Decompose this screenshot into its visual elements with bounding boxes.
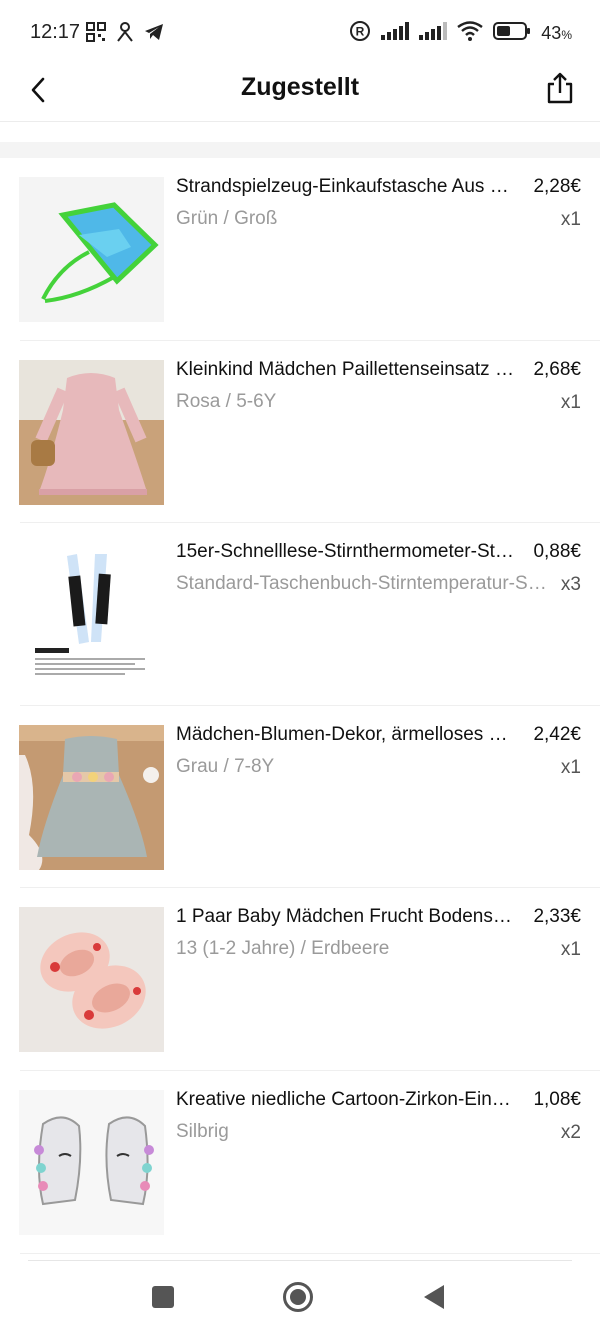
list-item[interactable]: Kleinkind Mädchen Paillettenseinsatz Kle…: [0, 341, 600, 524]
beach-bag-image: [19, 177, 164, 322]
section-separator: [0, 142, 600, 158]
divider: [20, 1252, 600, 1254]
nav-divider: [28, 1260, 572, 1261]
item-name: Mädchen-Blumen-Dekor, ärmelloses Kleid: [176, 723, 520, 745]
item-variant: Standard-Taschenbuch-Stirntemperatur-Str…: [176, 573, 550, 595]
system-nav-bar: [0, 1262, 600, 1332]
square-icon: [152, 1285, 174, 1313]
item-price: 2,33€: [533, 906, 581, 928]
item-name: Kleinkind Mädchen Paillettenseinsatz Kle…: [176, 358, 520, 380]
item-quantity: x1: [560, 391, 581, 413]
list-item[interactable]: Mädchen-Blumen-Dekor, ärmelloses Kleid 2…: [0, 706, 600, 889]
status-right-icons: R 43%: [349, 20, 572, 47]
list-item[interactable]: 15er-Schnelllese-Stirnthermometer-Streif…: [0, 523, 600, 706]
signal-icon: [419, 22, 448, 45]
item-price: 1,08€: [533, 1088, 581, 1110]
home-button[interactable]: [278, 1279, 318, 1319]
item-variant: Grün / Groß: [176, 208, 278, 229]
person-icon: [116, 22, 134, 47]
baby-shoes-image: [19, 907, 164, 1053]
list-item[interactable]: 1 Paar Baby Mädchen Frucht Bodenschuhe 2…: [0, 888, 600, 1071]
item-variant: Rosa / 5-6Y: [176, 390, 277, 412]
item-price: 2,42€: [533, 723, 581, 745]
gray-dress-image: [19, 724, 164, 870]
share-icon: [545, 72, 575, 109]
telegram-icon: [144, 23, 164, 46]
list-item[interactable]: Kreative niedliche Cartoon-Zirkon-Einhor…: [0, 1071, 600, 1254]
item-variant: 13 (1-2 Jahre) / Erdbeere: [176, 938, 390, 960]
circle-icon: [282, 1281, 314, 1318]
list-item[interactable]: Strandspielzeug-Einkaufstasche Aus Mesh …: [0, 158, 600, 341]
status-time: 12:17: [30, 21, 81, 43]
unicorn-earrings-image: [19, 1089, 164, 1235]
status-bar: 12:17 R 43%: [0, 0, 600, 62]
battery-percent: 43: [541, 23, 562, 43]
share-button[interactable]: [538, 68, 582, 112]
item-name: 1 Paar Baby Mädchen Frucht Bodenschuhe: [176, 906, 520, 928]
item-name: Strandspielzeug-Einkaufstasche Aus Mesh: [176, 176, 520, 197]
signal-icon: [381, 22, 410, 45]
page-title: Zugestellt: [240, 73, 360, 101]
qr-code-icon: [86, 22, 106, 47]
item-name: 15er-Schnelllese-Stirnthermometer-Streif…: [176, 541, 520, 563]
item-quantity: x3: [560, 574, 581, 596]
recents-button[interactable]: [143, 1279, 183, 1319]
wifi-icon: [457, 21, 484, 46]
order-item-list: Strandspielzeug-Einkaufstasche Aus Mesh …: [0, 158, 600, 1254]
battery-icon: [493, 21, 531, 46]
header: Zugestellt: [0, 62, 600, 122]
pink-dress-image: [19, 359, 164, 505]
item-price: 0,88€: [533, 541, 581, 563]
battery-unit: %: [561, 28, 572, 42]
item-quantity: x1: [560, 209, 581, 230]
item-quantity: x2: [560, 1121, 581, 1143]
item-quantity: x1: [560, 939, 581, 961]
nav-back-button[interactable]: [414, 1279, 454, 1319]
item-price: 2,28€: [533, 176, 581, 197]
battery-level: 43%: [541, 23, 572, 44]
triangle-back-icon: [423, 1284, 445, 1315]
item-price: 2,68€: [533, 358, 581, 380]
status-left-icons: [86, 22, 164, 47]
item-variant: Grau / 7-8Y: [176, 755, 275, 777]
item-name: Kreative niedliche Cartoon-Zirkon-Einhor…: [176, 1088, 520, 1110]
svg-text:R: R: [356, 25, 365, 39]
item-variant: Silbrig: [176, 1120, 229, 1142]
registered-icon: R: [349, 20, 371, 47]
item-quantity: x1: [560, 756, 581, 778]
thermometer-strips-image: [19, 542, 164, 688]
